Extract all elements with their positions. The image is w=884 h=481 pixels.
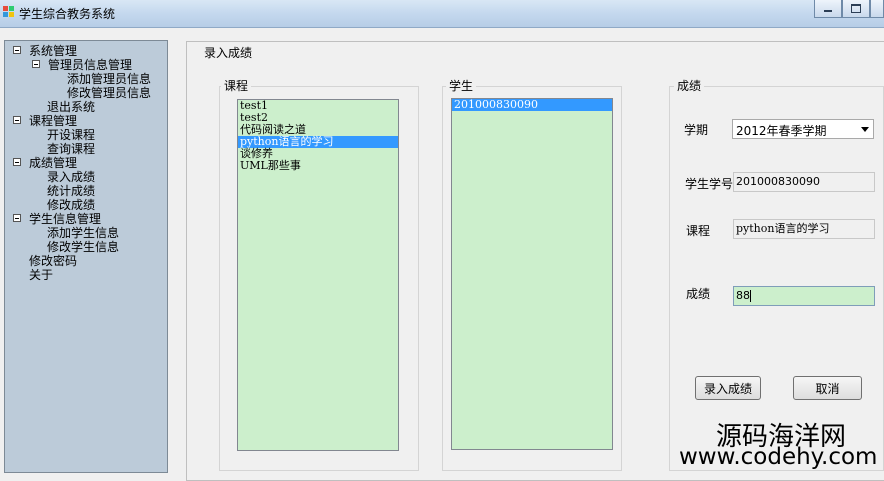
collapse-toggle-icon[interactable] — [13, 214, 21, 222]
maximize-button[interactable] — [842, 0, 870, 18]
collapse-toggle-icon[interactable] — [13, 158, 21, 166]
course-group-title: 课程 — [221, 77, 252, 94]
submit-score-button[interactable]: 录入成绩 — [695, 376, 761, 400]
app-icon — [3, 6, 15, 18]
nav-item[interactable]: 关于 — [29, 267, 54, 282]
grade-group-title: 成绩 — [674, 77, 705, 94]
close-button[interactable] — [870, 0, 884, 18]
minimize-button[interactable] — [814, 0, 842, 18]
course-field[interactable]: python语言的学习 — [733, 219, 875, 239]
semester-label: 学期 — [684, 123, 709, 137]
collapse-toggle-icon[interactable] — [13, 46, 21, 54]
window-title: 学生综合教务系统 — [19, 7, 116, 21]
score-input[interactable]: 88 — [733, 286, 875, 306]
score-label: 成绩 — [686, 287, 711, 301]
student-listbox[interactable]: 201000830090 — [451, 98, 613, 450]
collapse-toggle-icon[interactable] — [32, 60, 40, 68]
student-group-title: 学生 — [446, 77, 477, 94]
student-id-field[interactable]: 201000830090 — [733, 172, 875, 192]
collapse-toggle-icon[interactable] — [13, 116, 21, 124]
score-value: 88 — [736, 289, 750, 302]
student-id-label: 学生学号 — [685, 177, 734, 191]
grade-group — [669, 86, 884, 471]
title-bar: 学生综合教务系统 — [0, 0, 884, 28]
semester-value: 2012年春季学期 — [736, 124, 827, 138]
text-caret — [750, 290, 751, 302]
minimize-icon — [824, 10, 832, 12]
nav-tree: 系统管理 管理员信息管理 添加管理员信息 修改管理员信息 退出系统 课程管理 开设课程 查询课… — [4, 40, 168, 473]
list-item[interactable]: UML那些事 — [238, 160, 398, 172]
maximize-icon — [851, 4, 861, 13]
course-listbox[interactable]: test1 test2 代码阅读之道 python语言的学习 谈修养 UML那些事 — [237, 99, 399, 451]
watermark-url: www.codehy.com — [679, 444, 878, 470]
cancel-button[interactable]: 取消 — [793, 376, 862, 400]
semester-select[interactable]: 2012年春季学期 — [732, 119, 874, 139]
group-title: 录入成绩 — [201, 44, 256, 61]
course-label: 课程 — [686, 224, 711, 238]
chevron-down-icon[interactable] — [861, 127, 869, 132]
list-item[interactable]: 201000830090 — [452, 99, 612, 111]
nav-item-label: 关于 — [29, 267, 54, 282]
